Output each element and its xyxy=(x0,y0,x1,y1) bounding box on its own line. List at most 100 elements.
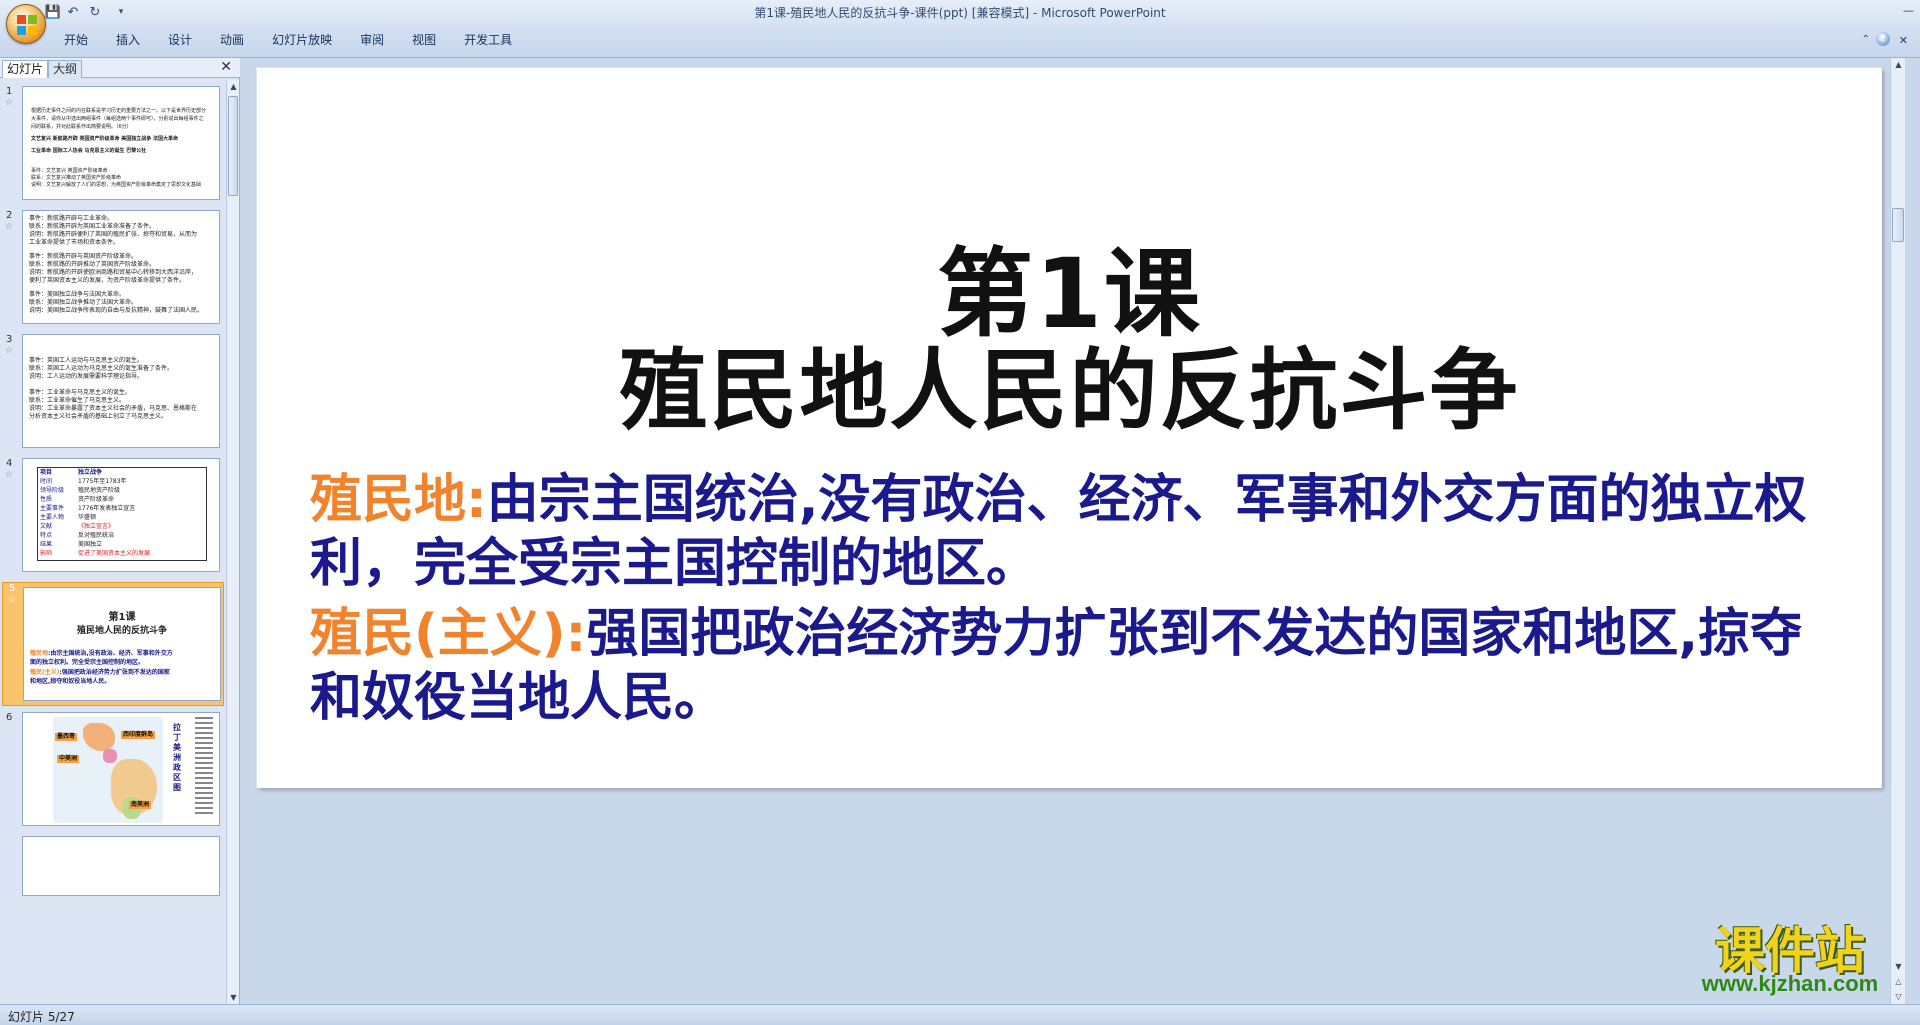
mini-text: 便利了英国资本主义的发展，为资产阶级革命提供了条件。 xyxy=(29,277,186,284)
animation-icon: ☆ xyxy=(5,222,14,232)
animation-icon: ☆ xyxy=(5,346,14,356)
slide-counter: 幻灯片 5/27 xyxy=(8,1010,75,1024)
mini-cell: 反对殖民统治 xyxy=(78,532,115,539)
thumbnail-row-5[interactable]: 5 ☆ 第1课 殖民地人民的反抗斗争 殖民地:由宗主国统治,没有政治、经济、军事… xyxy=(2,582,224,706)
mini-cell: 1775年至1783年 xyxy=(78,478,127,485)
tab-insert[interactable]: 插入 xyxy=(102,30,154,52)
thumbnail-list: 1 ☆ 根据历史事件之间的内在联系是学习历史的重要方法之一。以下是世界历史部分 … xyxy=(0,80,226,1004)
thumbnail-slide-1[interactable]: 根据历史事件之间的内在联系是学习历史的重要方法之一。以下是世界历史部分 大事件，… xyxy=(22,86,220,200)
mini-cell: 文献 xyxy=(40,523,53,530)
collapse-ribbon-icon[interactable]: ⌃ xyxy=(1862,34,1870,45)
definition-term: 殖民(主义): xyxy=(310,604,587,664)
mini-cell: 华盛顿 xyxy=(78,514,97,521)
mini-text: 说明：新航路开辟便利了英国的殖民扩张、掠夺和贸易，从而为 xyxy=(29,231,198,238)
animation-icon: ☆ xyxy=(5,470,14,480)
mini-text: 文艺复兴 新航路开辟 英国资产阶级革命 美国独立战争 法国大革命 xyxy=(31,136,178,142)
tab-slideshow[interactable]: 幻灯片放映 xyxy=(258,30,346,52)
mini-text: 事件：工业革命与马克思主义的诞生。 xyxy=(29,389,132,396)
thumbnail-row-1[interactable]: 1 ☆ 根据历史事件之间的内在联系是学习历史的重要方法之一。以下是世界历史部分 … xyxy=(0,86,226,204)
scroll-up-icon[interactable]: ▲ xyxy=(227,80,240,93)
animation-icon: ☆ xyxy=(5,98,14,108)
scroll-thumb[interactable] xyxy=(1892,208,1904,242)
thumbnail-number: 6 xyxy=(6,712,13,723)
thumbnail-slide-2[interactable]: 事件：新航路开辟与工业革命。 联系：新航路开辟为英国工业革命准备了条件。 说明：… xyxy=(22,210,220,324)
tab-animations[interactable]: 动画 xyxy=(206,30,258,52)
mini-cell: 特点 xyxy=(40,532,53,539)
thumbnail-number: 2 xyxy=(6,210,13,221)
mini-cell: 影响 xyxy=(40,550,53,557)
mini-text: 和地区,掠夺和奴役当地人民。 xyxy=(30,678,111,685)
scroll-up-icon[interactable]: ▲ xyxy=(1891,58,1906,72)
thumbnail-slide-3[interactable]: 事件：英国工人运动与马克思主义的诞生。 联系：英国工人运动为马克思主义的诞生准备… xyxy=(22,334,220,448)
mini-text: 殖民地:由宗主国统治,没有政治、经济、军事和外交方 xyxy=(30,650,173,658)
mini-term: 殖民地 xyxy=(30,650,49,657)
mini-cell: 殖民地资产阶级 xyxy=(78,487,121,494)
mini-text: 间的联系，并对此联系作出简要说明。（6分） xyxy=(31,124,132,130)
close-window-icon[interactable]: ✕ xyxy=(1899,34,1908,47)
thumbnail-slide-5[interactable]: 第1课 殖民地人民的反抗斗争 殖民地:由宗主国统治,没有政治、经济、军事和外交方… xyxy=(23,587,221,701)
thumbnail-row-3[interactable]: 3 ☆ 事件：英国工人运动与马克思主义的诞生。 联系：英国工人运动为马克思主义的… xyxy=(0,334,226,452)
mini-text: 分析资本主义社会矛盾的基础上创立了马克思主义。 xyxy=(29,413,168,420)
mini-text: 事件：新航路开辟与英国资产阶级革命。 xyxy=(29,253,138,260)
scroll-down-icon[interactable]: ▼ xyxy=(227,991,240,1004)
animation-icon: ☆ xyxy=(8,595,17,605)
mini-text: 联系：美国独立战争推动了法国大革命。 xyxy=(29,299,138,306)
thumbnail-slide-4[interactable]: 项目 独立战争 时间 1775年至1783年 领导阶级 殖民地资产阶级 性质 资… xyxy=(22,458,220,572)
watermark-logo: 课件站 www.kjzhan.com xyxy=(1670,923,1910,996)
mini-cell: 独立战争 xyxy=(78,469,103,476)
tab-home[interactable]: 开始 xyxy=(50,30,102,52)
tab-review[interactable]: 审阅 xyxy=(346,30,398,52)
slide-editor: 第1课 殖民地人民的反抗斗争 殖民地:由宗主国统治,没有政治、经济、军事和外交方… xyxy=(241,58,1905,1004)
thumbnail-row-7[interactable] xyxy=(0,836,226,954)
mini-vertical-text xyxy=(195,717,213,817)
tab-design[interactable]: 设计 xyxy=(154,30,206,52)
map-label: 墨西哥 xyxy=(55,733,78,741)
thumbnail-slide-6[interactable]: 墨西哥 中美洲 西印度群岛 南美洲 拉丁美洲政区图 xyxy=(22,712,220,826)
mini-title: 第1课 xyxy=(108,612,136,623)
tab-view[interactable]: 视图 xyxy=(398,30,450,52)
help-icon[interactable]: ? xyxy=(1876,32,1890,46)
mini-text: 说明：工业革命暴露了资本主义社会的矛盾，马克思、恩格斯在 xyxy=(29,405,198,412)
mini-cell: 领导阶级 xyxy=(40,487,65,494)
mini-title: 殖民地人民的反抗斗争 xyxy=(76,626,167,636)
mini-cell: 美国独立 xyxy=(78,541,103,548)
thumbnail-row-4[interactable]: 4 ☆ 项目 独立战争 时间 1775年至1783年 领导阶级 殖民地资产阶级 … xyxy=(0,458,226,576)
mini-text: 说明：新航路的开辟使欧洲商路和贸易中心转移到大西洋沿岸， xyxy=(29,269,198,276)
mini-text: 事件：英国工人运动与马克思主义的诞生。 xyxy=(29,357,144,364)
status-bar: 幻灯片 5/27 xyxy=(0,1004,1920,1025)
mini-cell: 时间 xyxy=(40,478,53,485)
editor-scrollbar[interactable]: ▲ ▼ △ ▽ xyxy=(1890,58,1905,1004)
definition-term: 殖民地: xyxy=(310,470,487,530)
tab-developer[interactable]: 开发工具 xyxy=(450,30,526,52)
ribbon-tabs: 开始 插入 设计 动画 幻灯片放映 审阅 视图 开发工具 xyxy=(50,30,526,52)
slides-pane: 幻灯片 大纲 ✕ 1 ☆ 根据历史事件之间的内在联系是学习历史的重要方法之一。以… xyxy=(0,58,240,1004)
mini-cell: 主要人物 xyxy=(40,514,65,521)
scroll-thumb[interactable] xyxy=(228,96,238,196)
pane-tabs: 幻灯片 大纲 ✕ xyxy=(0,58,240,78)
close-pane-icon[interactable]: ✕ xyxy=(220,59,232,75)
mini-cell: 项目 xyxy=(40,469,53,476)
mini-map: 墨西哥 中美洲 西印度群岛 南美洲 xyxy=(53,717,163,823)
mini-body: :强国把政治经济势力扩张到不发达的国家 xyxy=(59,669,170,676)
mini-text: 工业革命提供了市场和资本条件。 xyxy=(29,239,120,246)
mini-cell: 主要事件 xyxy=(40,505,65,512)
mini-text: 面的独立权利。完全受宗主国控制的地区。 xyxy=(30,659,145,666)
thumbnail-slide-7[interactable] xyxy=(22,836,220,896)
mini-text: 根据历史事件之间的内在联系是学习历史的重要方法之一。以下是世界历史部分 xyxy=(31,108,207,114)
minimize-icon[interactable]: — xyxy=(1903,4,1914,17)
slide-title-line-2[interactable]: 殖民地人民的反抗斗争 xyxy=(257,320,1882,447)
mini-body: :由宗主国统治,没有政治、经济、军事和外交方 xyxy=(48,650,173,657)
tab-outline[interactable]: 大纲 xyxy=(48,60,83,78)
thumbnail-number: 4 xyxy=(6,458,13,469)
tab-slides[interactable]: 幻灯片 xyxy=(2,60,49,78)
thumbnail-number: 1 xyxy=(6,86,13,97)
definition-colonialism[interactable]: 殖民(主义):强国把政治经济势力扩张到不发达的国家和地区,掠夺和奴役当地人民。 xyxy=(310,602,1850,730)
thumbnail-row-2[interactable]: 2 ☆ 事件：新航路开辟与工业革命。 联系：新航路开辟为英国工业革命准备了条件。… xyxy=(0,210,226,328)
mini-text: 大事件，请你从中选出两组事件（每组选两个事件即可），分别说出每组事件之 xyxy=(31,116,204,122)
thumbnail-row-6[interactable]: 6 墨西哥 中美洲 西印度群岛 南美洲 拉丁美洲政区图 xyxy=(0,712,226,830)
mini-text: 联系：新航路开辟为英国工业革命准备了条件。 xyxy=(29,223,156,230)
definition-colony[interactable]: 殖民地:由宗主国统治,没有政治、经济、军事和外交方面的独立权利，完全受宗主国控制… xyxy=(310,468,1850,596)
pane-scrollbar[interactable]: ▲ ▼ xyxy=(226,80,239,1004)
current-slide[interactable]: 第1课 殖民地人民的反抗斗争 殖民地:由宗主国统治,没有政治、经济、军事和外交方… xyxy=(257,68,1882,788)
mini-text: 说明：工人运动的发展需要科学理论指导。 xyxy=(29,373,144,380)
